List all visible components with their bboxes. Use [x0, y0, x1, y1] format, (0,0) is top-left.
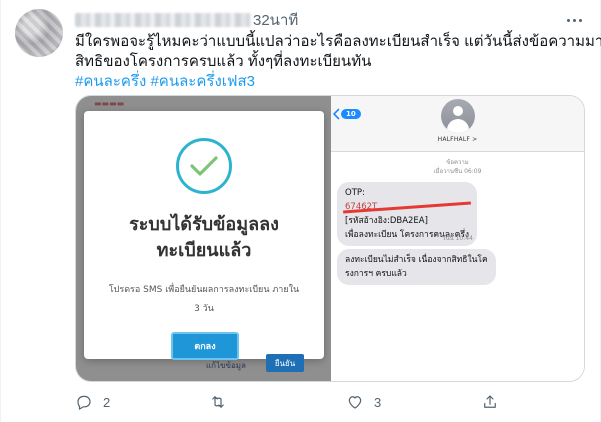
check-circle-icon [176, 138, 232, 194]
message-timestamp: ข้อความ เมื่อวานซืน 06:09 [331, 158, 584, 176]
tweet-card[interactable]: 32นาที มีใครพอจะรู้ไหมคะว่าแบบนี้แปลว่าอ… [0, 0, 601, 422]
background-text: ▬▬▬▬ [94, 99, 125, 108]
message-timestamp: วันนี้ 10:44 [442, 235, 473, 242]
modal-subtitle-line: โปรดรอ SMS เพื่อยืนยันผลการลงทะเบียน ภาย… [108, 285, 300, 295]
retweet-button[interactable] [209, 393, 227, 411]
tweet-text: มีใครพอจะรู้ไหมคะว่าแบบนี้แปลว่าอะไรคือล… [75, 32, 601, 92]
success-modal: ระบบได้รับข้อมูลลง ทะเบียนแล้ว โปรดรอ SM… [84, 111, 324, 360]
modal-title-line: ทะเบียนแล้ว [156, 240, 252, 261]
tweet-text-line: สิทธิของโครงการครบแล้ว ทั้งๆที่ลงทะเบียน… [75, 53, 372, 70]
contact-name: HALFHALF > [437, 136, 478, 143]
timestamp-line: เมื่อวานซืน 06:09 [433, 168, 482, 175]
redacted-otp: 67462T [345, 200, 469, 214]
modal-title: ระบบได้รับข้อมูลลง ทะเบียนแล้ว [84, 212, 324, 264]
hashtag-link[interactable]: #คนละครึ่ง [75, 73, 146, 90]
tweet-header: 32นาที [75, 10, 298, 30]
otp-label: OTP: [345, 188, 365, 198]
modal-subtitle: โปรดรอ SMS เพื่อยืนยันผลการลงทะเบียน ภาย… [94, 281, 314, 319]
reference-code: [รหัสอ้างอิง:DBA2EA] [345, 216, 428, 226]
contact-avatar-icon [441, 99, 475, 133]
tweet-text-line: มีใครพอจะรู้ไหมคะว่าแบบนี้แปลว่าอะไรคือล… [75, 33, 601, 50]
avatar[interactable] [15, 9, 63, 57]
retweet-icon [212, 396, 224, 408]
blurred-username[interactable] [75, 13, 251, 27]
sms-line: รงการฯ ครบแล้ว [345, 269, 407, 279]
edit-info-link: แก้ไขข้อมูล [206, 361, 246, 370]
sms-bubble: ลงทะเบียนไม่สำเร็จ เนื่องจากสิทธิในโค รง… [337, 249, 496, 285]
more-options-icon[interactable] [562, 10, 586, 30]
heart-icon [348, 396, 362, 409]
reply-button[interactable]: 2 [75, 393, 110, 411]
tweet-time[interactable]: 32นาที [253, 8, 298, 32]
sms-header: 10 HALFHALF > [331, 96, 584, 152]
ok-button: ตกลง [171, 332, 239, 360]
like-count: 3 [374, 394, 382, 410]
unread-badge: 10 [341, 109, 361, 119]
share-button[interactable] [481, 393, 499, 411]
app-screenshot: ▬▬▬▬ ระบบได้รับข้อมูลลง ทะเบียนแล้ว โปรด… [76, 96, 331, 381]
hashtag-link[interactable]: #คนละครึ่งเฟส3 [150, 73, 255, 90]
reply-count: 2 [103, 394, 111, 410]
sms-line: ลงทะเบียนไม่สำเร็จ เนื่องจากสิทธิในโค [345, 255, 488, 265]
sms-screenshot: 10 HALFHALF > ข้อความ เมื่อวานซืน 06:09 … [331, 96, 584, 381]
back-chevron-icon: 10 [333, 107, 361, 121]
modal-subtitle-line: 3 วัน [194, 304, 214, 314]
share-icon [484, 395, 496, 408]
like-button[interactable]: 3 [346, 393, 381, 411]
modal-title-line: ระบบได้รับข้อมูลลง [129, 214, 279, 235]
timestamp-line: ข้อความ [446, 159, 469, 166]
reply-icon [77, 395, 91, 410]
tweet-actions: 2 3 [75, 393, 525, 413]
confirm-button: ยืนยัน [266, 354, 304, 372]
tweet-media[interactable]: ▬▬▬▬ ระบบได้รับข้อมูลลง ทะเบียนแล้ว โปรด… [75, 95, 585, 382]
